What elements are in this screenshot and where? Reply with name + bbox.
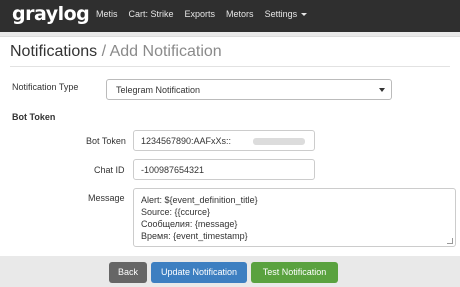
notification-type-select[interactable]: Telegram Notification [106, 79, 392, 100]
chat-id-label: Chat ID [94, 165, 125, 175]
back-button[interactable]: Back [109, 262, 147, 283]
nav-item-settings-label: Settings [264, 9, 298, 19]
bot-token-input[interactable]: 1234567890:AAFxXs:: [133, 130, 315, 151]
message-label: Message [88, 193, 125, 203]
brand-logo[interactable]: graylog [12, 3, 90, 25]
notification-type-value: Telegram Notification [116, 85, 201, 95]
nav-item-metis[interactable]: Metis [96, 9, 118, 19]
select-arrow-icon [379, 88, 385, 92]
notification-type-label: Notification Type [12, 82, 79, 92]
update-notification-button[interactable]: Update Notification [151, 262, 247, 283]
message-line: Время: {event_timestamp} [141, 231, 248, 241]
nav-item-metors[interactable]: Metors [226, 9, 254, 19]
page-title: Notifications / Add Notification [10, 43, 222, 61]
nav-item-exports[interactable]: Exports [185, 9, 216, 19]
dropdown-caret-icon [301, 13, 308, 17]
bot-token-value: 1234567890:AAFxXs:: [141, 136, 232, 146]
bot-token-section-label: Bot Token [12, 112, 56, 122]
nav-item-cart-strike[interactable]: Cart: Strike [129, 9, 174, 19]
page-title-main: Notifications [10, 43, 98, 60]
top-navbar: graylog Metis Cart: Strike Exports Metor… [0, 0, 460, 32]
redacted-token-blur [253, 138, 305, 145]
resize-grip-icon[interactable] [447, 238, 453, 244]
message-line: Alert: ${event_definition_title} [141, 195, 258, 205]
page-title-separator: / [97, 43, 110, 60]
message-textarea[interactable]: Alert: ${event_definition_title} Source:… [133, 188, 456, 247]
title-divider [10, 66, 450, 67]
message-line: Сообщелия: {message} [141, 219, 238, 229]
nav-item-settings[interactable]: Settings [265, 9, 308, 19]
message-line: Source: {{ccurce} [141, 207, 211, 217]
test-notification-button[interactable]: Test Notification [251, 262, 338, 283]
chat-id-value: -100987654321 [141, 165, 205, 175]
bot-token-label: Bot Token [86, 136, 126, 146]
page-title-sub: Add Notification [109, 43, 222, 60]
chat-id-input[interactable]: -100987654321 [133, 159, 315, 180]
main-nav: Metis Cart: Strike Exports Metors Settin… [96, 9, 308, 19]
